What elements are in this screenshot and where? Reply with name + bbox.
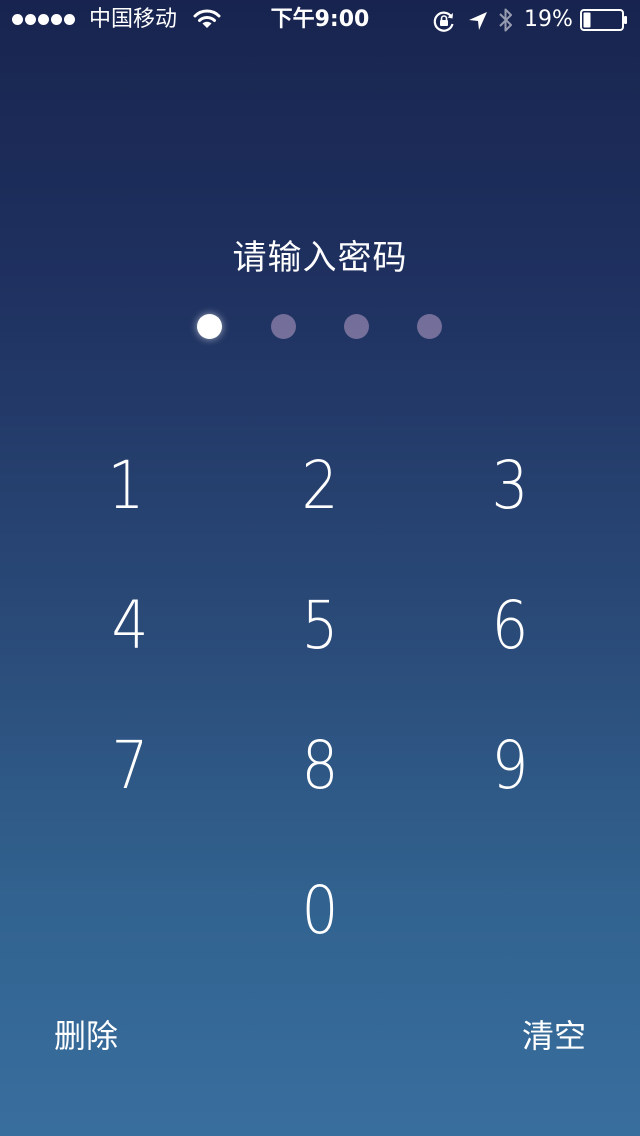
status-time: 下午9:00	[270, 7, 370, 32]
key-0-label: 0	[301, 872, 339, 949]
carrier-name: 中国移动	[89, 7, 178, 32]
delete-button[interactable]: 删除	[54, 1010, 118, 1062]
key-6-label: 6	[491, 587, 529, 664]
key-4-label: 4	[111, 587, 149, 664]
location-arrow-icon	[469, 12, 487, 30]
key-3-label: 3	[491, 447, 529, 524]
rotation-lock-icon	[433, 11, 454, 32]
key-3[interactable]: 3	[440, 431, 580, 541]
passcode-dot	[271, 314, 296, 339]
key-7-label: 7	[111, 727, 149, 804]
passcode-dot	[344, 314, 369, 339]
battery-icon	[580, 9, 627, 31]
key-0[interactable]: 0	[250, 856, 390, 966]
key-1-label: 1	[107, 447, 145, 524]
key-4[interactable]: 4	[60, 571, 200, 681]
signal-strength-icon	[12, 14, 77, 26]
key-7[interactable]: 7	[60, 711, 200, 821]
key-9[interactable]: 9	[440, 711, 580, 821]
key-2-label: 2	[301, 447, 339, 524]
key-2[interactable]: 2	[250, 431, 390, 541]
passcode-dots	[0, 312, 640, 342]
passcode-prompt: 请输入密码	[232, 238, 408, 278]
key-5[interactable]: 5	[250, 571, 390, 681]
passcode-dot	[417, 314, 442, 339]
key-9-label: 9	[491, 727, 529, 804]
key-1[interactable]: 1	[56, 431, 196, 541]
key-5-label: 5	[301, 587, 339, 664]
status-bar: 中国移动 下午9:00 19%	[0, 0, 640, 40]
key-8-label: 8	[301, 727, 339, 804]
key-6[interactable]: 6	[440, 571, 580, 681]
bluetooth-icon	[499, 8, 512, 32]
wifi-icon	[193, 9, 221, 28]
clear-button[interactable]: 清空	[522, 1010, 586, 1062]
passcode-dot	[197, 314, 222, 339]
battery-percentage: 19%	[524, 7, 573, 32]
key-8[interactable]: 8	[250, 711, 390, 821]
